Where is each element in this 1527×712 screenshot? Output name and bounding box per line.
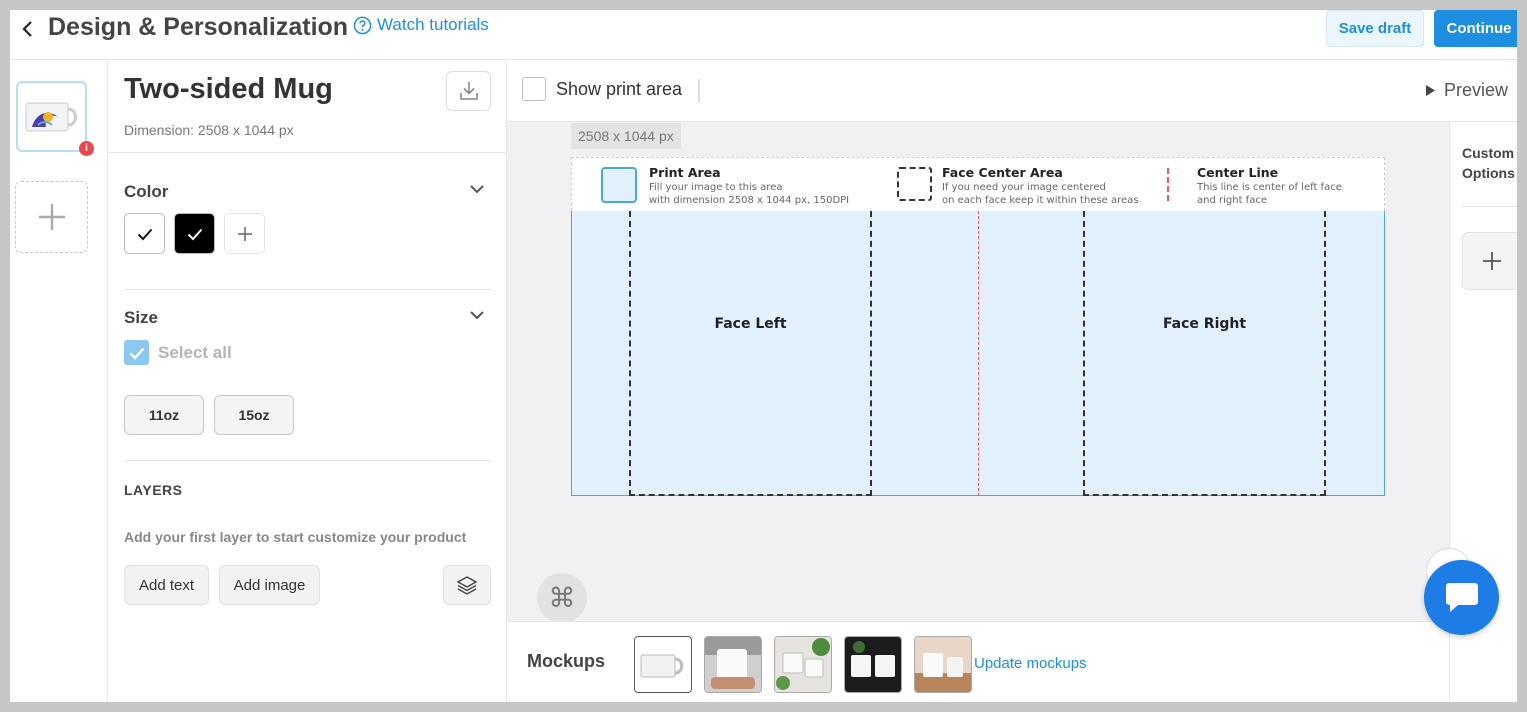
divider: [124, 460, 492, 461]
center-line-swatch: [1167, 168, 1169, 201]
mug-dark-image: [845, 637, 901, 692]
mug-plain-image: [635, 637, 691, 692]
app-frame: Design & Personalization Watch tutorials…: [10, 10, 1517, 702]
face-right-label: Face Right: [1162, 316, 1247, 332]
mockups-label: Mockups: [527, 651, 606, 671]
watch-tutorials-label: Watch tutorials: [377, 15, 489, 34]
custom-options-title: Custom Options: [1462, 143, 1515, 183]
mockup-thumbnail-3[interactable]: [774, 636, 832, 693]
product-thumbnails: i: [10, 61, 108, 702]
custom-options-title-line1: Custom: [1462, 145, 1515, 161]
play-icon: [1426, 85, 1435, 96]
checkbox-checked[interactable]: [124, 340, 149, 365]
divider: [1462, 206, 1517, 207]
mug-table-image: [915, 637, 971, 692]
add-custom-option-button[interactable]: [1462, 232, 1517, 290]
color-swatch-black[interactable]: [174, 213, 215, 254]
template-legend: Print Area Fill your image to this area …: [571, 157, 1385, 211]
settings-panel: Two-sided Mug Dimension: 2508 x 1044 px …: [109, 61, 507, 702]
legend-print-area-desc2: with dimension 2508 x 1044 px, 150DPI: [649, 195, 850, 206]
product-thumbnail-mug[interactable]: [16, 81, 87, 152]
legend-center-line-title: Center Line: [1197, 165, 1279, 180]
legend-center-line-desc1: This line is center of left face: [1197, 182, 1342, 193]
layers-icon: [456, 576, 478, 595]
print-area-swatch: [601, 167, 637, 203]
watch-tutorials-link[interactable]: Watch tutorials: [353, 15, 489, 35]
plus-icon: [1483, 252, 1501, 270]
canvas-dimension-tag: 2508 x 1044 px: [571, 123, 681, 149]
legend-print-area-desc1: Fill your image to this area: [649, 182, 783, 193]
divider: [124, 289, 492, 290]
size-section-title: Size: [124, 308, 159, 327]
layers-hint: Add your first layer to start customize …: [124, 529, 467, 545]
help-circle-icon: [353, 16, 372, 34]
plus-icon: [38, 204, 65, 230]
check-icon: [129, 347, 144, 360]
live-chat-button[interactable]: [1424, 560, 1499, 635]
mockup-thumbnail-5[interactable]: [914, 636, 972, 693]
color-section-title: Color: [124, 182, 169, 201]
show-print-area-toggle[interactable]: Show print area: [522, 77, 682, 101]
mockups-bar: Mockups Update mockups: [507, 621, 1449, 702]
add-product-button[interactable]: [15, 181, 88, 253]
mug-held-image: [705, 637, 761, 692]
mockup-thumbnail-4[interactable]: [844, 636, 902, 693]
preview-label: Preview: [1444, 80, 1509, 100]
design-canvas[interactable]: 2508 x 1044 px Print Area Fill your imag…: [507, 122, 1449, 623]
size-option-11oz[interactable]: 11oz: [124, 395, 204, 435]
mug-plants-image: [775, 637, 831, 692]
add-image-button[interactable]: Add image: [219, 565, 320, 605]
legend-face-center-desc1: If you need your image centered: [942, 182, 1106, 193]
add-color-button[interactable]: [224, 213, 265, 254]
legend-face-center-title: Face Center Area: [942, 165, 1063, 180]
select-all-checkbox[interactable]: Select all: [124, 340, 232, 365]
download-icon: [459, 82, 478, 100]
product-name: Two-sided Mug: [124, 73, 333, 105]
check-icon: [187, 228, 202, 240]
size-option-15oz[interactable]: 15oz: [214, 395, 294, 435]
center-line: [978, 211, 979, 496]
select-all-label: Select all: [158, 342, 232, 362]
mockup-thumbnail-2[interactable]: [704, 636, 762, 693]
face-left-label: Face Left: [714, 316, 787, 332]
show-print-area-label: Show print area: [556, 78, 683, 99]
divider: [109, 152, 507, 153]
continue-button[interactable]: Continue: [1434, 10, 1517, 47]
face-right-area[interactable]: Face Right: [1083, 211, 1326, 496]
save-draft-button[interactable]: Save draft: [1326, 10, 1424, 47]
toolbar-separator: [698, 79, 700, 102]
chat-bubble-icon: [1445, 582, 1478, 612]
preview-button[interactable]: Preview: [1425, 80, 1508, 101]
update-mockups-link[interactable]: Update mockups: [974, 655, 1087, 672]
custom-options-title-line2: Options: [1462, 165, 1515, 181]
download-template-button[interactable]: [446, 71, 491, 111]
chevron-left-icon: [22, 21, 32, 37]
keyboard-shortcuts-button[interactable]: ⌘: [537, 573, 587, 623]
back-button[interactable]: [18, 19, 38, 39]
command-icon: ⌘: [548, 582, 576, 613]
top-header: Design & Personalization Watch tutorials…: [10, 10, 1517, 60]
chevron-down-icon[interactable]: [469, 181, 485, 197]
color-swatch-white[interactable]: [124, 213, 165, 254]
page-title: Design & Personalization: [48, 13, 349, 41]
canvas-toolbar: Show print area Preview: [507, 61, 1517, 122]
check-icon: [137, 228, 152, 240]
layers-title: LAYERS: [124, 482, 183, 498]
mug-template: Print Area Fill your image to this area …: [571, 157, 1385, 496]
legend-print-area-title: Print Area: [649, 165, 721, 180]
face-left-area[interactable]: Face Left: [629, 211, 872, 496]
layers-button[interactable]: [443, 565, 491, 605]
legend-face-center-desc2: on each face keep it within these areas: [942, 195, 1139, 206]
warning-badge: i: [79, 141, 94, 156]
legend-center-line-desc2: and right face: [1197, 195, 1267, 206]
print-area[interactable]: Face Left Face Right: [571, 211, 1385, 496]
product-dimension: Dimension: 2508 x 1044 px: [124, 122, 294, 138]
face-center-swatch: [897, 167, 932, 201]
checkbox[interactable]: [522, 77, 546, 101]
mug-image: [25, 102, 77, 132]
plus-icon: [237, 226, 252, 241]
mockup-thumbnail-1[interactable]: [634, 636, 692, 693]
add-text-button[interactable]: Add text: [124, 565, 209, 605]
chevron-down-icon[interactable]: [469, 307, 485, 323]
